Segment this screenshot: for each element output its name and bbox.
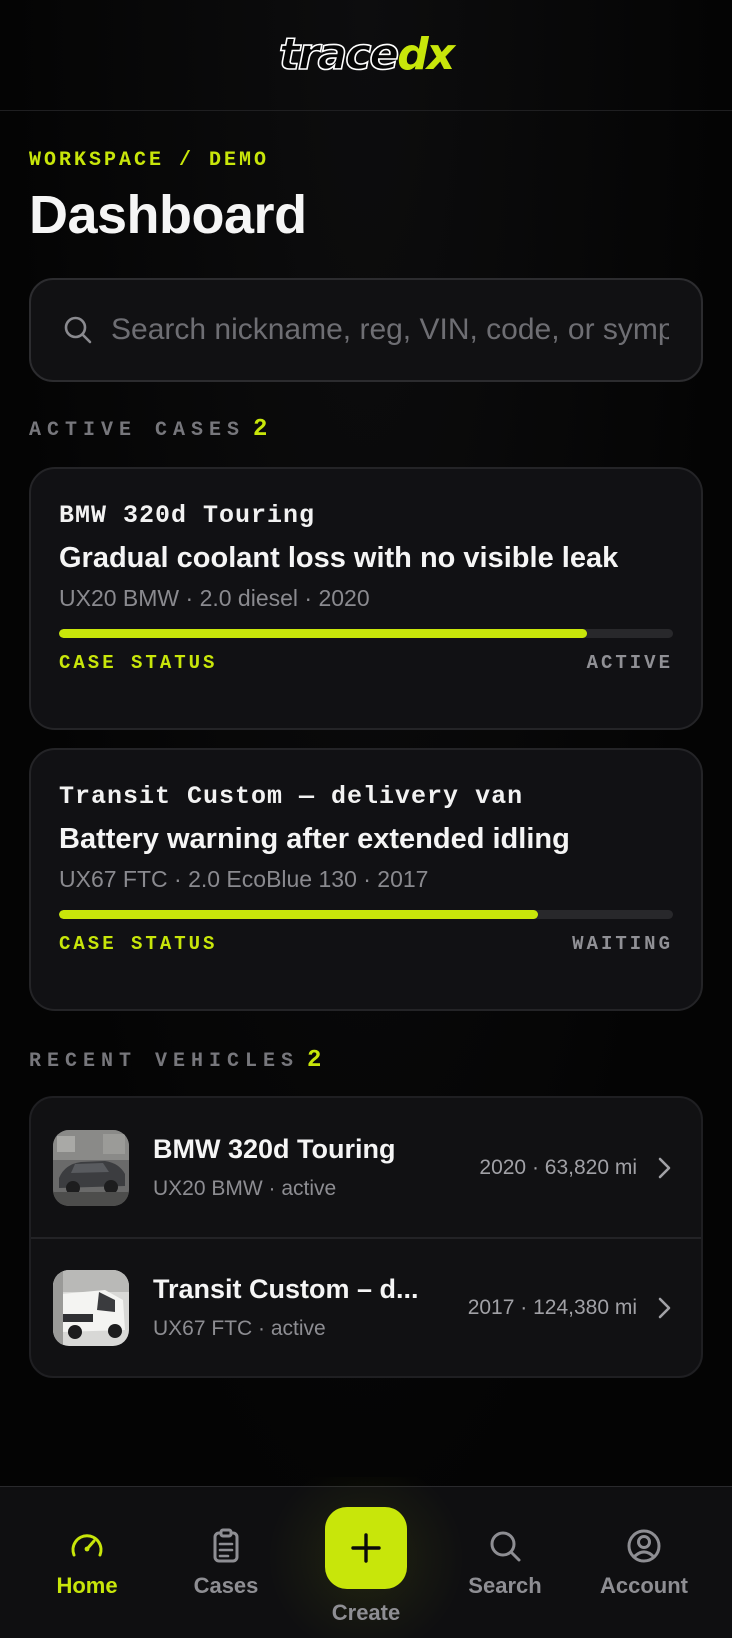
nav-cases-label: Cases bbox=[193, 1573, 259, 1598]
bottom-nav: Home Cases Create Search Account bbox=[0, 1477, 732, 1638]
case-title: Gradual coolant loss with no visible lea… bbox=[59, 542, 619, 574]
case-status-row: CASE STATUS WAITING bbox=[59, 933, 673, 955]
active-cases-header: ACTIVE CASES 2 bbox=[29, 416, 703, 443]
nav-account[interactable]: Account bbox=[584, 1527, 704, 1599]
recent-vehicles-count: 2 bbox=[307, 1047, 322, 1074]
vehicle-row[interactable]: BMW 320d Touring UX20 BMW · active 2020 … bbox=[31, 1098, 701, 1237]
case-status-label: CASE STATUS bbox=[59, 652, 218, 674]
case-progress-fill bbox=[59, 629, 588, 638]
search-input[interactable] bbox=[111, 313, 669, 347]
nav-create-label[interactable]: Create bbox=[306, 1600, 426, 1626]
active-cases-count: 2 bbox=[253, 416, 268, 443]
case-progress-bar bbox=[59, 910, 673, 919]
plus-icon bbox=[351, 1533, 381, 1563]
case-title: Battery warning after extended idling bbox=[59, 823, 570, 855]
vehicle-stats: 2017 · 124,380 mi bbox=[467, 1295, 637, 1319]
search-icon bbox=[490, 1531, 521, 1562]
vehicle-subtitle: UX20 BMW · active bbox=[153, 1177, 337, 1200]
case-status-row: CASE STATUS ACTIVE bbox=[59, 652, 673, 674]
logo-word-dx: dx bbox=[397, 29, 455, 80]
app-root: tracedx WORKSPACE / DEMO Dashboard ACTIV… bbox=[0, 0, 732, 1638]
case-progress-bar bbox=[59, 629, 673, 638]
chevron-right-icon bbox=[658, 1157, 671, 1178]
nav-home-label: Home bbox=[56, 1573, 118, 1598]
nav-cases[interactable]: Cases bbox=[166, 1527, 286, 1599]
vehicle-subtitle: UX67 FTC · active bbox=[153, 1317, 326, 1340]
recent-vehicles-header: RECENT VEHICLES 2 bbox=[29, 1047, 703, 1074]
account-icon bbox=[627, 1529, 661, 1563]
van-photo-icon bbox=[53, 1269, 129, 1346]
case-progress-fill bbox=[59, 910, 538, 919]
create-button[interactable] bbox=[325, 1507, 407, 1589]
vehicle-info: BMW 320d Touring UX20 BMW · active bbox=[153, 1134, 469, 1201]
tracedx-logo[interactable]: tracedx bbox=[278, 32, 455, 78]
nav-search-label: Search bbox=[468, 1573, 542, 1598]
main-content: WORKSPACE / DEMO Dashboard ACTIVE CASES … bbox=[0, 149, 732, 1378]
nav-home[interactable]: Home bbox=[27, 1527, 147, 1599]
vehicle-row[interactable]: Transit Custom – d... UX67 FTC · active … bbox=[31, 1237, 701, 1376]
search-bar[interactable] bbox=[29, 278, 703, 382]
logo-word-trace: trace bbox=[278, 29, 400, 80]
vehicle-name: Transit Custom – d... bbox=[153, 1274, 419, 1304]
case-status-value: ACTIVE bbox=[586, 652, 673, 674]
nav-account-label: Account bbox=[600, 1573, 688, 1598]
case-card[interactable]: Transit Custom — delivery van Battery wa… bbox=[29, 748, 703, 1011]
chevron-right-icon bbox=[658, 1297, 671, 1318]
case-status-label: CASE STATUS bbox=[59, 933, 218, 955]
active-cases-label: ACTIVE CASES bbox=[29, 419, 246, 442]
speedometer-icon bbox=[71, 1534, 103, 1557]
case-vehicle-name: Transit Custom — delivery van bbox=[59, 782, 524, 811]
recent-vehicles-list: BMW 320d Touring UX20 BMW · active 2020 … bbox=[29, 1096, 703, 1378]
car-photo-icon bbox=[53, 1129, 129, 1206]
case-meta: UX20 BMW · 2.0 diesel · 2020 bbox=[59, 585, 370, 611]
case-card[interactable]: BMW 320d Touring Gradual coolant loss wi… bbox=[29, 467, 703, 730]
case-vehicle-name: BMW 320d Touring bbox=[59, 501, 316, 530]
nav-search[interactable]: Search bbox=[445, 1527, 565, 1599]
vehicle-name: BMW 320d Touring bbox=[153, 1134, 396, 1164]
search-icon bbox=[64, 316, 92, 344]
vehicle-stats: 2020 · 63,820 mi bbox=[479, 1155, 637, 1179]
page-title: Dashboard bbox=[29, 185, 307, 245]
clipboard-icon bbox=[213, 1528, 239, 1563]
breadcrumb[interactable]: WORKSPACE / DEMO bbox=[29, 149, 703, 172]
vehicle-info: Transit Custom – d... UX67 FTC · active bbox=[153, 1274, 458, 1341]
case-status-value: WAITING bbox=[572, 933, 673, 955]
top-bar: tracedx bbox=[0, 0, 732, 111]
case-meta: UX67 FTC · 2.0 EcoBlue 130 · 2017 bbox=[59, 866, 429, 892]
recent-vehicles-label: RECENT VEHICLES bbox=[29, 1050, 300, 1073]
